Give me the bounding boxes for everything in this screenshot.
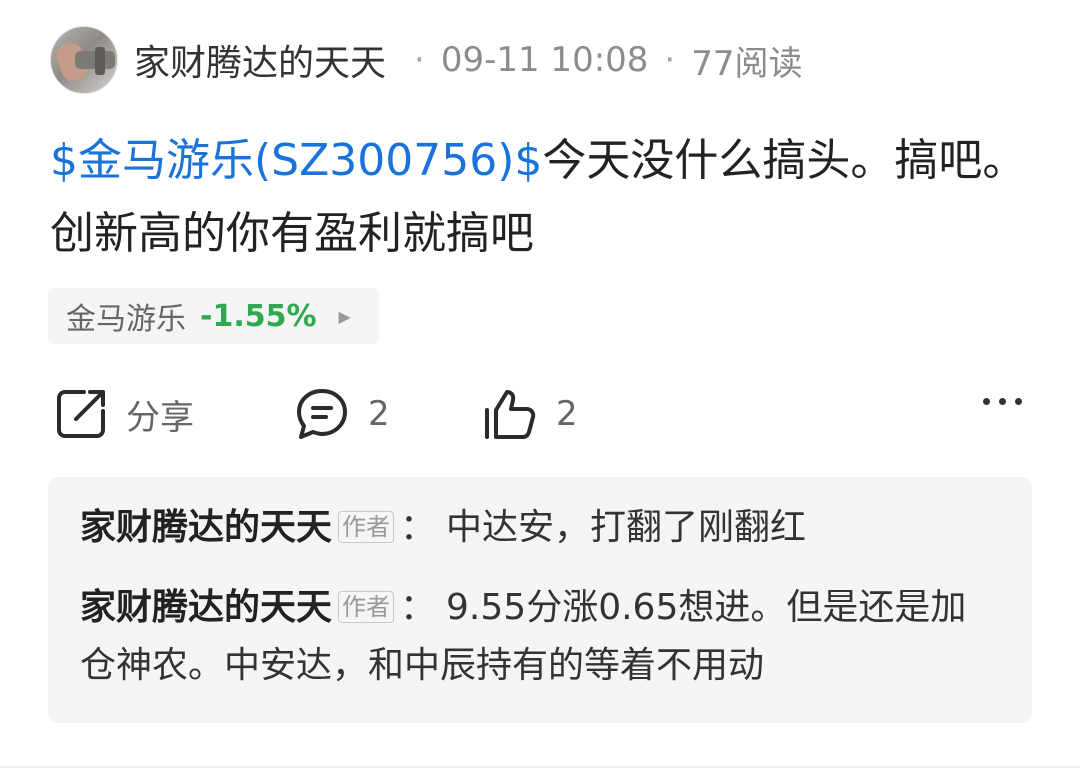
stock-chip-name: 金马游乐 [66, 302, 186, 337]
post-actions: 分享 2 2 [50, 382, 1030, 446]
play-right-icon: ▶ [338, 306, 351, 326]
post-header: 家财腾达的天天 · 09-11 10:08 · 77阅读 [50, 26, 803, 94]
comment-button[interactable]: 2 [294, 382, 390, 446]
comment-preview-panel[interactable]: 家财腾达的天天 作者：中达安，打翻了刚翻红 家财腾达的天天 作者： 9.55分涨0.6… [48, 477, 1032, 723]
comment-count: 2 [368, 394, 390, 434]
comment-separator: ： [400, 587, 437, 628]
post-content: $金马游乐(SZ300756)$今天没什么搞头。搞吧。创新高的你有盈利就搞吧 [50, 124, 1030, 270]
more-options-icon[interactable] [983, 398, 1022, 405]
thumbs-up-icon [482, 386, 538, 442]
more-dot [999, 398, 1006, 405]
stock-chip[interactable]: 金马游乐 -1.55% ▶ [48, 288, 379, 344]
more-dot [1015, 398, 1022, 405]
author-tag: 作者 [338, 591, 395, 623]
share-icon [54, 387, 108, 441]
share-button[interactable]: 分享 [54, 382, 194, 446]
meta-separator: · [414, 40, 425, 80]
like-button[interactable]: 2 [482, 382, 578, 446]
comment-separator: ： [400, 507, 437, 548]
bottom-divider [0, 766, 1080, 768]
share-label: 分享 [126, 397, 194, 438]
like-count: 2 [556, 394, 578, 434]
comment-item[interactable]: 家财腾达的天天 作者：中达安，打翻了刚翻红 [80, 499, 1000, 557]
comment-author[interactable]: 家财腾达的天天 [80, 507, 332, 548]
comment-item[interactable]: 家财腾达的天天 作者： 9.55分涨0.65想进。但是还是加仓神农。中安达，和中辰持… [80, 579, 1000, 695]
avatar-tool-shape-2 [95, 47, 105, 75]
author-name[interactable]: 家财腾达的天天 [134, 34, 386, 86]
comment-author[interactable]: 家财腾达的天天 [80, 587, 332, 628]
post-meta: · 09-11 10:08 · 77阅读 [398, 36, 802, 85]
comment-icon [294, 386, 350, 442]
author-avatar[interactable] [50, 26, 118, 94]
view-count: 77阅读 [691, 43, 803, 84]
stock-chip-change: -1.55% [200, 298, 317, 334]
post-time: 09-11 10:08 [440, 40, 649, 80]
meta-separator: · [664, 40, 676, 80]
more-dot [983, 398, 990, 405]
author-tag: 作者 [338, 511, 395, 543]
stock-link[interactable]: $金马游乐(SZ300756)$ [50, 135, 542, 186]
comment-text: 中达安，打翻了刚翻红 [446, 507, 807, 548]
